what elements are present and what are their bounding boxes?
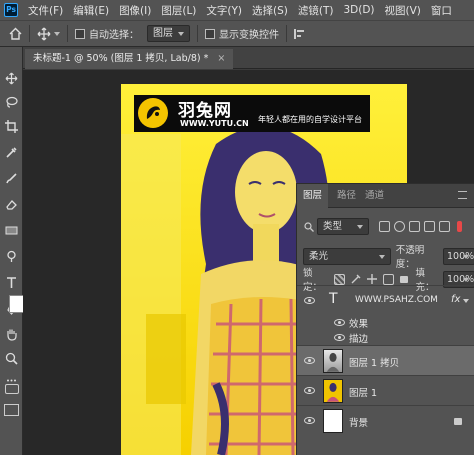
blend-mode-dropdown[interactable]: 柔光 [303,247,391,265]
rabbit-logo-icon [138,98,168,128]
tab-paths[interactable]: 路径 [331,184,362,208]
options-bar: 自动选择： 图层 显示变换控件 [0,20,474,47]
layer-row-base[interactable]: 图层 1 [297,375,474,405]
fx-badge[interactable]: fx [451,294,460,305]
visibility-eye-icon[interactable] [304,297,315,304]
search-icon [304,221,314,232]
chevron-down-icon[interactable] [54,31,60,36]
home-icon[interactable] [9,27,22,40]
layer-row-copy[interactable]: 图层 1 拷贝 [297,345,474,375]
lock-transparent-icon[interactable] [334,273,346,285]
stroke-label: 描边 [349,334,369,345]
layer-name[interactable]: 背景 [349,415,368,429]
opacity-field[interactable]: 100% [443,247,474,265]
lock-all-icon[interactable] [399,275,408,283]
filter-pixel-icon[interactable] [379,221,390,232]
filter-kind-dropdown[interactable]: 类型 [317,218,369,235]
align-icon[interactable] [294,28,306,40]
layer-name[interactable]: 图层 1 拷贝 [349,355,399,369]
filter-type-icon[interactable] [409,221,420,232]
watermark-banner: 羽兔网 WWW.YUTU.CN 年轻人都在用的自学设计平台 [134,95,370,132]
lasso-icon[interactable] [4,95,19,110]
tab-channels[interactable]: 通道 [359,184,390,208]
layer-thumbnail [323,409,343,433]
move-tool-icon[interactable] [37,27,51,41]
menu-type[interactable]: 文字(Y) [201,3,247,18]
show-transform-label: 显示变换控件 [219,30,279,41]
layer-name[interactable]: 图层 1 [349,385,377,399]
tab-layers[interactable]: 图层 [297,184,329,208]
effects-label: 效果 [349,319,369,330]
text-layer-icon: T [329,291,338,307]
lock-icon[interactable] [454,418,462,425]
filter-row: 类型 [297,218,474,235]
tools-panel [0,47,36,455]
menu-filter[interactable]: 滤镜(T) [293,3,339,18]
layer-row-background[interactable]: 背景 [297,405,474,435]
document-tab[interactable]: 未标题-1 @ 50% (图层 1 拷贝, Lab/8) * × [25,49,234,69]
close-icon[interactable]: × [217,53,225,64]
gradient-icon[interactable] [4,223,19,238]
dodge-icon[interactable] [4,249,19,264]
menu-window[interactable]: 窗口 [426,3,457,18]
brand-url: WWW.YUTU.CN [180,119,249,128]
layers-panel: 图层 路径 通道 类型 柔光 不透明度： 100% 锁定： 填充： 100% T… [296,183,474,455]
filter-toggle-icon[interactable] [457,221,462,232]
panel-tabs: 图层 路径 通道 [297,184,474,208]
zoom-icon[interactable] [4,351,19,366]
effects-eye-icon[interactable] [334,319,345,326]
document-tab-bar: 未标题-1 @ 50% (图层 1 拷贝, Lab/8) * × [23,47,474,69]
stroke-eye-icon[interactable] [334,334,345,341]
visibility-eye-icon[interactable] [304,357,315,364]
visibility-eye-icon[interactable] [304,417,315,424]
lock-image-icon[interactable] [351,274,361,284]
type-icon[interactable] [4,275,19,290]
menu-view[interactable]: 视图(V) [380,3,426,18]
filter-adjustment-icon[interactable] [394,221,405,232]
move-icon[interactable] [4,71,19,86]
auto-select-checkbox[interactable] [75,28,85,39]
panel-menu-icon[interactable] [458,191,467,199]
menu-file[interactable]: 文件(F) [23,3,68,18]
menu-select[interactable]: 选择(S) [247,3,293,18]
layer-row-text[interactable]: T WWW.PSAHZ.COM fx [297,285,474,315]
show-transform-checkbox[interactable] [205,28,215,39]
brand-name: 羽兔网 [178,101,232,121]
document-title: 未标题-1 @ 50% (图层 1 拷贝, Lab/8) * [33,53,209,64]
menu-edit[interactable]: 编辑(E) [68,3,114,18]
auto-select-dropdown[interactable]: 图层 [147,25,190,42]
menu-layer[interactable]: 图层(L) [156,3,201,18]
chevron-down-icon[interactable] [463,299,469,303]
filter-shape-icon[interactable] [424,221,435,232]
lock-artboard-icon[interactable] [383,273,394,285]
photoshop-logo-icon: Ps [4,3,18,17]
filter-smart-object-icon[interactable] [439,221,450,232]
menu-3d[interactable]: 3D(D) [338,4,379,16]
screen-mode-icon[interactable] [4,404,19,416]
visibility-eye-icon[interactable] [304,387,315,394]
menu-bar: Ps 文件(F) 编辑(E) 图像(I) 图层(L) 文字(Y) 选择(S) 滤… [0,0,474,20]
menu-image[interactable]: 图像(I) [114,3,156,18]
brush-icon[interactable] [4,171,19,186]
quick-mask-icon[interactable] [5,384,19,394]
layer-thumbnail [323,379,343,403]
layer-thumbnail [323,349,343,373]
hand-icon[interactable] [4,327,19,342]
crop-icon[interactable] [4,119,19,134]
brand-slogan: 年轻人都在用的自学设计平台 [258,115,362,124]
eraser-icon[interactable] [4,197,19,212]
eyedropper-icon[interactable] [4,145,19,160]
layer-name[interactable]: WWW.PSAHZ.COM [355,295,438,305]
auto-select-label: 自动选择： [89,30,139,41]
lock-position-icon[interactable] [367,274,378,284]
